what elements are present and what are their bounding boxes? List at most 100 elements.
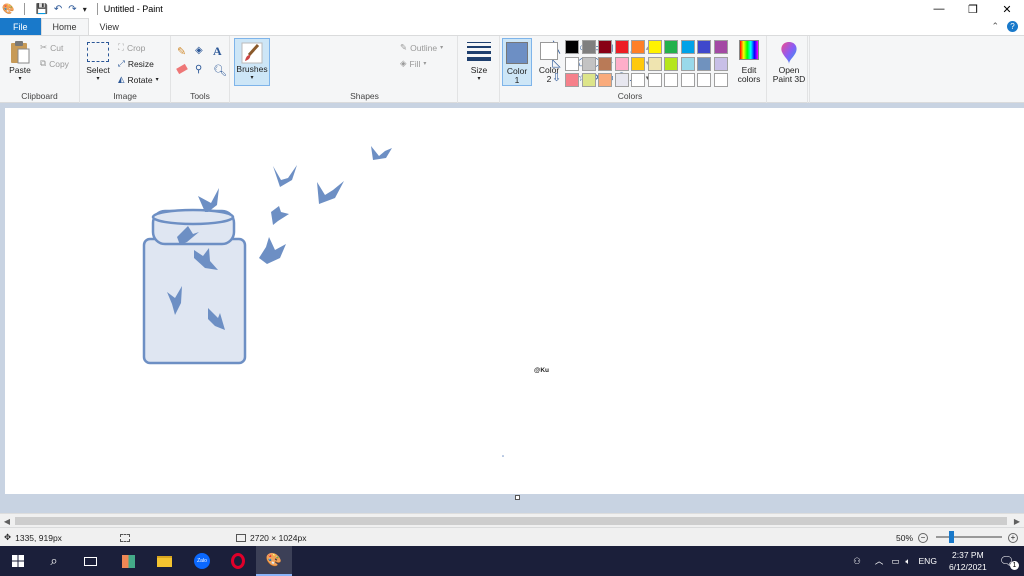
colors-group-label: Colors xyxy=(617,91,643,101)
rotate-button[interactable]: ◭ Rotate ▾ xyxy=(118,74,159,85)
text-tool[interactable]: A xyxy=(213,44,222,59)
palette-color-swatch[interactable] xyxy=(680,56,695,71)
brushes-button[interactable]: Brushes ▾ xyxy=(234,38,270,86)
zoom-slider-thumb[interactable] xyxy=(949,531,954,543)
palette-color-swatch[interactable] xyxy=(697,56,711,71)
copy-button[interactable]: ⧉ Copy xyxy=(40,58,69,69)
restore-button[interactable]: ❐ xyxy=(956,0,990,18)
ribbon-right-controls: ⌃ ? xyxy=(991,18,1024,35)
crop-button[interactable]: ⛶ Crop xyxy=(118,42,145,53)
notification-center-icon[interactable]: 🗨︎ 1 xyxy=(999,554,1019,570)
select-button[interactable]: Select ▾ xyxy=(86,42,110,84)
zoom-level: 50% xyxy=(896,528,913,547)
palette-color-swatch[interactable] xyxy=(713,73,728,87)
volume-icon[interactable]: 🔈︎ xyxy=(905,556,910,567)
magnifier-icon: 🔍︎ xyxy=(213,65,227,77)
search-button[interactable]: ⌕ xyxy=(36,546,72,576)
show-hidden-icons-chevron-icon[interactable]: ︿ xyxy=(875,555,884,567)
outline-button[interactable]: ✎ Outline ▾ xyxy=(400,42,443,53)
redo-icon[interactable]: ↷ xyxy=(68,4,76,15)
palette-color-swatch[interactable] xyxy=(598,56,612,71)
resize-label: Resize xyxy=(127,58,154,69)
start-button[interactable] xyxy=(0,546,36,576)
edit-colors-button[interactable]: Edit colors xyxy=(732,40,766,84)
palette-color-swatch[interactable] xyxy=(565,73,579,87)
undo-icon[interactable]: ↶ xyxy=(54,4,62,15)
fill-tool[interactable]: ◈ xyxy=(195,45,203,56)
fill-button[interactable]: ◈ Fill ▾ xyxy=(400,58,426,69)
palette-color-swatch[interactable] xyxy=(565,56,579,71)
magnifier-tool[interactable]: 🔍︎ xyxy=(213,64,227,77)
color1-button[interactable]: Color 1 xyxy=(502,38,532,86)
palette-color-swatch[interactable] xyxy=(647,73,662,87)
paint-app-icon[interactable]: 🎨 xyxy=(2,4,14,15)
color2-button[interactable]: Color 2 xyxy=(535,39,563,84)
palette-color-swatch[interactable] xyxy=(631,56,645,71)
open-paint3d-button[interactable]: Open Paint 3D xyxy=(770,40,808,84)
size-button[interactable]: Size ▾ xyxy=(464,42,494,84)
ribbon-tabs: File Home View ⌃ ? xyxy=(0,18,1024,35)
eraser-tool[interactable] xyxy=(176,63,188,75)
customize-toolbar-icon[interactable]: ▾ xyxy=(83,5,87,14)
scroll-right-icon[interactable]: ▶ xyxy=(1010,514,1024,528)
palette-color-swatch[interactable] xyxy=(664,40,678,54)
tab-file[interactable]: File xyxy=(0,18,41,35)
color-palette xyxy=(565,40,730,90)
minimize-button[interactable]: — xyxy=(922,0,956,18)
taskbar-app-store[interactable] xyxy=(110,546,146,576)
palette-color-swatch[interactable] xyxy=(664,56,678,71)
palette-color-swatch[interactable] xyxy=(680,40,695,54)
palette-color-swatch[interactable] xyxy=(631,73,645,87)
zoom-slider[interactable] xyxy=(936,536,1002,538)
input-language[interactable]: ENG xyxy=(919,556,937,566)
resize-button[interactable]: ⤢ Resize xyxy=(118,58,154,69)
save-icon[interactable]: 💾 xyxy=(35,4,47,15)
palette-color-swatch[interactable] xyxy=(713,40,728,54)
palette-color-swatch[interactable] xyxy=(647,56,662,71)
palette-color-swatch[interactable] xyxy=(614,56,629,71)
zoom-out-button[interactable]: − xyxy=(918,528,928,547)
palette-color-swatch[interactable] xyxy=(647,40,662,54)
taskbar-file-explorer[interactable] xyxy=(146,546,182,576)
help-icon[interactable]: ? xyxy=(1007,21,1018,32)
canvas-resize-handle-bottom[interactable] xyxy=(515,495,520,500)
color2-swatch xyxy=(540,42,558,60)
palette-color-swatch[interactable] xyxy=(598,40,612,54)
tab-view[interactable]: View xyxy=(89,18,130,35)
horizontal-scrollbar[interactable]: ◀ ▶ xyxy=(0,513,1024,527)
palette-color-swatch[interactable] xyxy=(713,56,728,71)
zoom-in-button[interactable]: + xyxy=(1008,528,1018,547)
clock[interactable]: 2:37 PM 6/12/2021 xyxy=(949,549,987,573)
collapse-ribbon-icon[interactable]: ⌃ xyxy=(991,21,999,32)
taskbar-paint[interactable]: 🎨 xyxy=(256,546,292,576)
color-picker-tool[interactable]: ⚲ xyxy=(195,64,202,75)
palette-color-swatch[interactable] xyxy=(598,73,612,87)
palette-color-swatch[interactable] xyxy=(581,73,596,87)
palette-color-swatch[interactable] xyxy=(680,73,695,87)
people-icon[interactable]: ⚇ xyxy=(853,556,861,567)
palette-color-swatch[interactable] xyxy=(581,40,596,54)
palette-color-swatch[interactable] xyxy=(614,40,629,54)
palette-color-swatch[interactable] xyxy=(664,73,678,87)
close-button[interactable]: ✕ xyxy=(990,0,1024,18)
cut-button[interactable]: ✂ Cut xyxy=(40,42,63,53)
scroll-left-icon[interactable]: ◀ xyxy=(0,514,14,528)
palette-color-swatch[interactable] xyxy=(697,40,711,54)
windows-taskbar: ⌕ Zalo 🎨 ⚇ ︿ ▭ 🔈︎ ENG 2:37 PM 6/12/2021 … xyxy=(0,546,1024,576)
task-view-button[interactable] xyxy=(72,546,108,576)
palette-color-swatch[interactable] xyxy=(697,73,711,87)
palette-color-swatch[interactable] xyxy=(581,56,596,71)
palette-color-swatch[interactable] xyxy=(631,40,645,54)
network-icon[interactable]: ▭ xyxy=(891,556,899,567)
taskbar-opera[interactable] xyxy=(220,546,256,576)
watermark-text: @Ku xyxy=(534,367,550,374)
drawing-canvas[interactable]: @Ku xyxy=(5,108,1024,500)
scrollbar-thumb[interactable] xyxy=(15,517,1007,525)
pencil-tool[interactable]: ✎ xyxy=(177,45,186,58)
taskbar-zalo[interactable]: Zalo xyxy=(184,546,220,576)
palette-color-swatch[interactable] xyxy=(614,73,629,87)
paste-button[interactable]: Paste ▾ xyxy=(6,40,34,84)
opera-icon xyxy=(231,553,245,569)
tab-home[interactable]: Home xyxy=(40,18,89,35)
palette-color-swatch[interactable] xyxy=(565,40,579,54)
